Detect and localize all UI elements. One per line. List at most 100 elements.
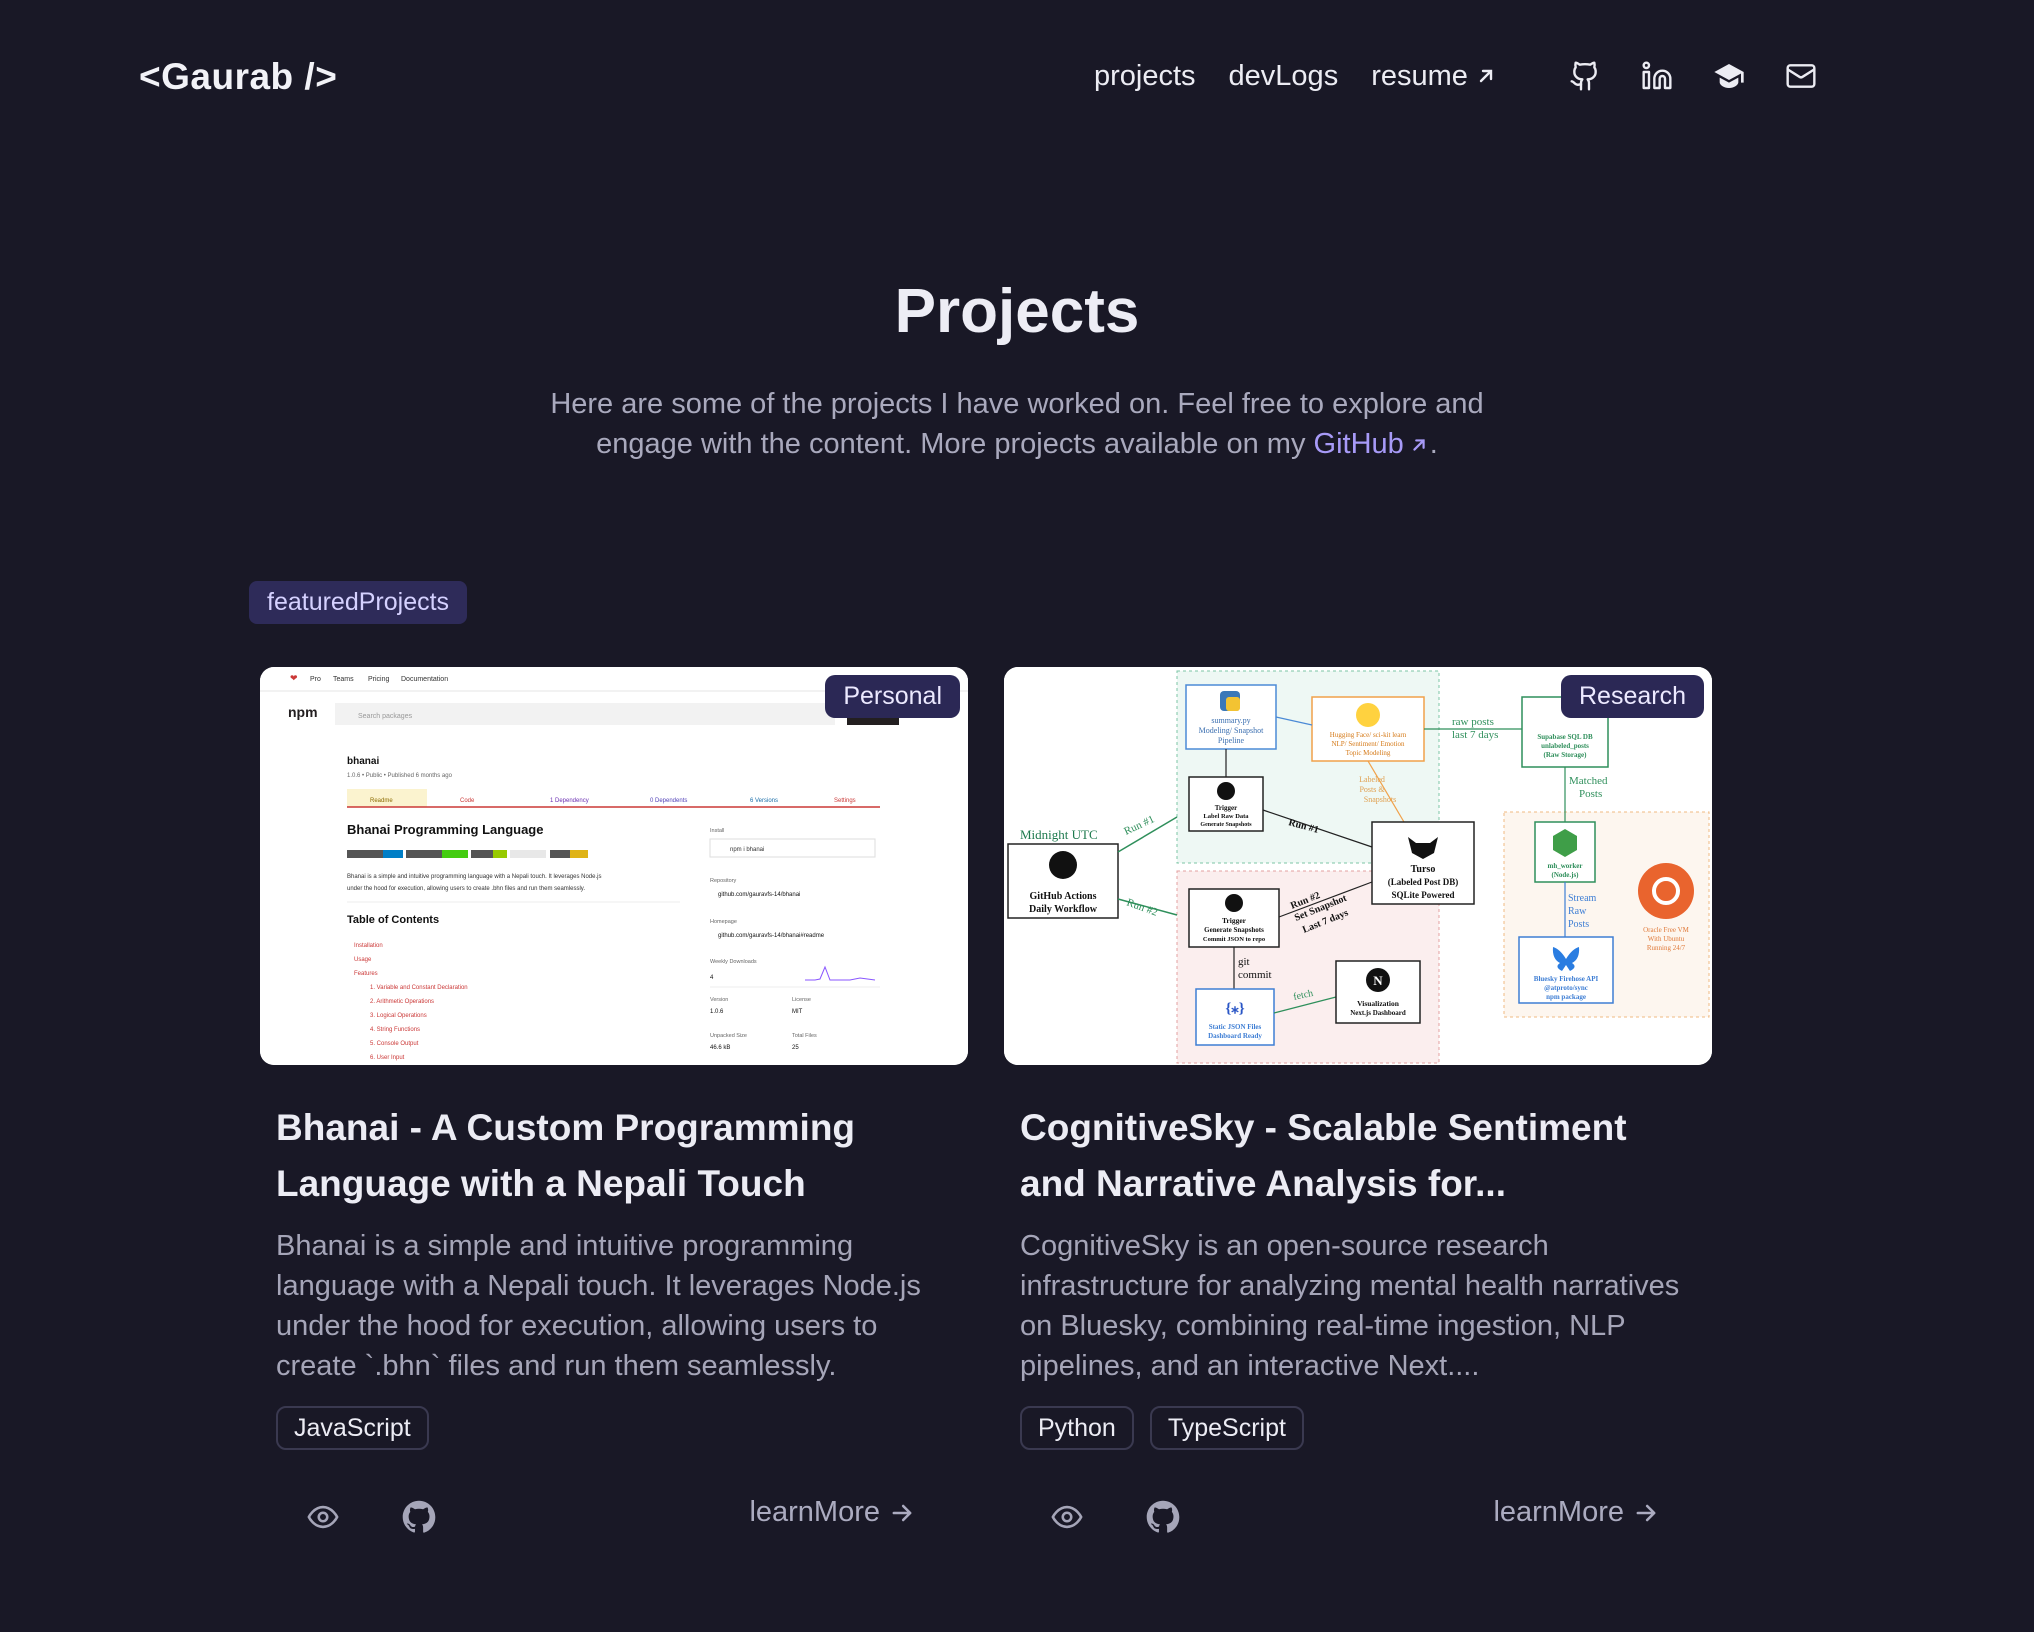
npm-repo-label: Repository — [710, 878, 737, 884]
npm-tab: 0 Dependents — [650, 798, 687, 804]
braces-icon: {⁎} — [1225, 1001, 1244, 1017]
nav-links: projects devLogs resume — [1094, 58, 1819, 94]
mail-icon[interactable] — [1783, 58, 1819, 94]
nav-link-projects[interactable]: projects — [1094, 60, 1196, 93]
npm-install-label: Install — [710, 828, 724, 834]
tech-tags: Python TypeScript — [1020, 1406, 1696, 1450]
arrow-right-icon — [892, 1504, 912, 1521]
eye-icon[interactable] — [1050, 1500, 1086, 1536]
learn-more-label: learnMore — [1493, 1496, 1624, 1528]
diagram-text: Generate Snapshots — [1204, 926, 1264, 934]
diagram-text: Generate Snapshots — [1200, 822, 1252, 828]
nav-link-devlogs[interactable]: devLogs — [1229, 60, 1339, 93]
npm-toc-item: Features — [354, 971, 378, 977]
diagram-text: Stream — [1568, 893, 1597, 904]
project-actions: learnMore — [260, 1492, 968, 1552]
tech-tag: TypeScript — [1149, 1406, 1304, 1450]
linkedin-icon[interactable] — [1639, 58, 1675, 94]
diagram-text: unlabeled_posts — [1541, 742, 1589, 750]
diagram-text: Trigger — [1222, 916, 1247, 925]
diagram-text: Supabase SQL DB — [1537, 733, 1593, 741]
github-icon[interactable] — [1146, 1500, 1182, 1536]
diagram-text: Raw — [1568, 906, 1587, 917]
npm-toplink: Pro — [310, 676, 321, 683]
diagram-text: With Ubuntu — [1648, 935, 1685, 943]
diagram-text: Label Raw Data — [1203, 813, 1249, 820]
diagram-text: Topic Modeling — [1346, 749, 1391, 757]
npm-version-value: 1.0.6 — [710, 1009, 724, 1015]
project-category-badge: Research — [1561, 675, 1704, 718]
github-link-label: GitHub — [1313, 428, 1404, 460]
diagram-text: Oracle Free VM — [1643, 926, 1690, 934]
npm-toc-item: Installation — [354, 943, 383, 949]
npm-heart: ❤ — [290, 673, 298, 683]
npm-license-value: MIT — [792, 1009, 803, 1015]
diagram-text: Next.js Dashboard — [1350, 1009, 1406, 1017]
top-nav: <Gaurab /> projects devLogs resume — [0, 0, 2034, 160]
learn-more-link[interactable]: learnMore — [749, 1496, 916, 1529]
eye-icon[interactable] — [306, 1500, 342, 1536]
diagram-text: NLP/ Sentiment/ Emotion — [1331, 740, 1405, 748]
nextjs-logo: N — [1373, 973, 1383, 988]
project-title[interactable]: CognitiveSky - Scalable Sentiment and Na… — [1020, 1100, 1696, 1212]
npm-tab: 1 Dependency — [550, 798, 589, 804]
graduation-cap-icon[interactable] — [1711, 58, 1747, 94]
diagram-text: mh_worker — [1548, 862, 1583, 870]
tech-tags: JavaScript — [276, 1406, 952, 1450]
diagram-text: (Raw Storage) — [1544, 751, 1588, 759]
diagram-text: Posts — [1579, 788, 1602, 800]
diagram-text: last 7 days — [1452, 729, 1498, 741]
diagram-text: Commit JSON to repo — [1203, 936, 1265, 943]
npm-toc-item: 5. Console Output — [370, 1041, 419, 1047]
diagram-text: Matched — [1569, 775, 1608, 787]
npm-toc-item: 4. String Functions — [370, 1027, 420, 1033]
github-icon[interactable] — [1567, 58, 1603, 94]
npm-license-label: License — [792, 997, 811, 1003]
diagram-text: Trigger — [1215, 804, 1237, 812]
npm-files-value: 25 — [792, 1045, 799, 1051]
npm-readme-line: under the hood for execution, allowing u… — [347, 886, 585, 892]
site-logo[interactable]: <Gaurab /> — [139, 56, 337, 98]
npm-tab: Code — [460, 798, 475, 804]
nav-link-resume-label: resume — [1371, 59, 1468, 92]
npm-repo-value: github.com/gauravfs-14/bhanai — [718, 892, 800, 898]
diagram-text: Dashboard Ready — [1208, 1032, 1262, 1040]
npm-toplink: Documentation — [401, 676, 448, 683]
npm-screenshot: ❤ Pro Teams Pricing Documentation npm Se… — [260, 667, 968, 1065]
diagram-text: Modeling/ Snapshot — [1199, 726, 1264, 735]
npm-install-cmd: npm i bhanai — [730, 847, 764, 853]
project-image[interactable]: ❤ Pro Teams Pricing Documentation npm Se… — [260, 667, 968, 1065]
github-icon[interactable] — [402, 1500, 438, 1536]
github-link[interactable]: GitHub — [1314, 428, 1430, 460]
project-image[interactable]: Midnight UTC GitHub Actions Daily Workfl… — [1004, 667, 1712, 1065]
diagram-text: Posts — [1568, 919, 1589, 930]
diagram-text: (Node.js) — [1551, 871, 1579, 879]
diagram-text: Running 24/7 — [1647, 944, 1686, 952]
npm-home-label: Homepage — [710, 919, 737, 925]
diagram-text: git — [1238, 956, 1250, 968]
npm-logo: npm — [288, 704, 318, 720]
npm-size-value: 46.6 kB — [710, 1045, 730, 1051]
diagram-text: Hugging Face/ sci-kit learn — [1330, 731, 1407, 739]
npm-toc-item: 2. Arithmetic Operations — [370, 999, 434, 1005]
npm-home-value: github.com/gauravfs-14/bhanai#readme — [718, 933, 825, 939]
learn-more-link[interactable]: learnMore — [1493, 1496, 1660, 1529]
project-actions: learnMore — [1004, 1492, 1712, 1552]
npm-downloads-label: Weekly Downloads — [710, 959, 757, 965]
arrow-right-icon — [1636, 1504, 1656, 1521]
external-link-icon — [1479, 69, 1493, 83]
external-link-icon — [1413, 439, 1425, 451]
diagram-text: commit — [1238, 969, 1272, 981]
nav-link-resume[interactable]: resume — [1371, 60, 1498, 93]
npm-search: Search packages — [358, 713, 413, 720]
page-title: Projects — [894, 277, 1140, 346]
diagram-text: Midnight UTC — [1020, 827, 1098, 842]
project-card-bhanai: ❤ Pro Teams Pricing Documentation npm Se… — [260, 667, 968, 1552]
diagram-text: Daily Workflow — [1029, 904, 1098, 915]
project-title[interactable]: Bhanai - A Custom Programming Language w… — [276, 1100, 952, 1212]
npm-package-meta: 1.0.6 • Public • Published 6 months ago — [347, 773, 453, 779]
npm-tab: Settings — [834, 798, 856, 804]
diagram-text: npm package — [1546, 993, 1586, 1001]
tech-tag: Python — [1020, 1406, 1134, 1450]
project-description: Bhanai is a simple and intuitive program… — [276, 1230, 921, 1382]
